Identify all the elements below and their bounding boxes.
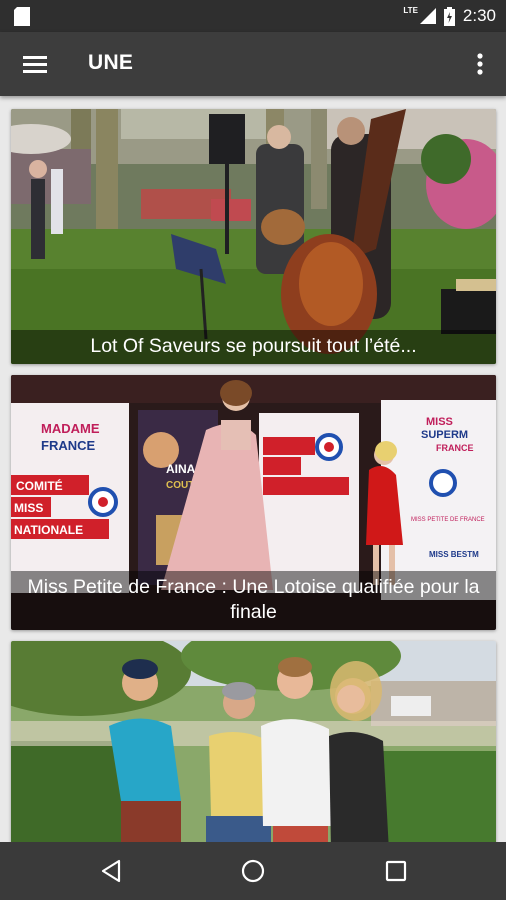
poster-miss-2: MISS [426, 416, 453, 428]
poster-aina: AINA [166, 462, 196, 476]
app-bar: UNE [0, 32, 506, 96]
article-title: Lot Of Saveurs se poursuit tout l’été... [11, 330, 496, 364]
back-icon[interactable] [97, 857, 125, 885]
article-card[interactable] [11, 641, 496, 842]
menu-icon[interactable] [22, 53, 48, 75]
clock: 2:30 [462, 6, 496, 25]
article-card[interactable]: Lot Of Saveurs se poursuit tout l’été... [11, 109, 496, 364]
status-bar: LTE 2:30 [0, 0, 506, 32]
article-card[interactable]: MADAME FRANCE COMITÉ MISS NATIONALE AINA… [11, 375, 496, 630]
poster-miss: MISS [14, 501, 43, 515]
poster-comite: COMITÉ [16, 478, 63, 493]
poster-bestm: MISS BESTM [429, 550, 479, 559]
poster-madame: MADAME [41, 421, 100, 436]
recents-icon[interactable] [382, 857, 410, 885]
status-right: LTE 2:30 [403, 0, 496, 32]
poster-supermodel-france: FRANCE [436, 443, 474, 453]
network-type: LTE [403, 5, 418, 15]
navigation-bar [0, 842, 506, 900]
poster-nationale: NATIONALE [14, 523, 83, 537]
battery-icon [443, 6, 455, 26]
poster-france: FRANCE [41, 438, 95, 453]
article-image-group-photo [11, 641, 496, 842]
article-feed: Lot Of Saveurs se poursuit tout l’été...… [0, 96, 506, 842]
page-title: UNE [88, 51, 134, 74]
poster-petite: MISS PETITE DE FRANCE [411, 517, 485, 523]
sim-card-icon [14, 7, 30, 26]
article-title: Miss Petite de France : Une Lotoise qual… [11, 571, 496, 630]
article-image-concert [11, 109, 496, 364]
poster-supermodel: SUPERM [421, 429, 468, 441]
more-vert-icon[interactable] [468, 50, 492, 78]
home-icon[interactable] [239, 857, 267, 885]
signal-icon [419, 8, 436, 24]
